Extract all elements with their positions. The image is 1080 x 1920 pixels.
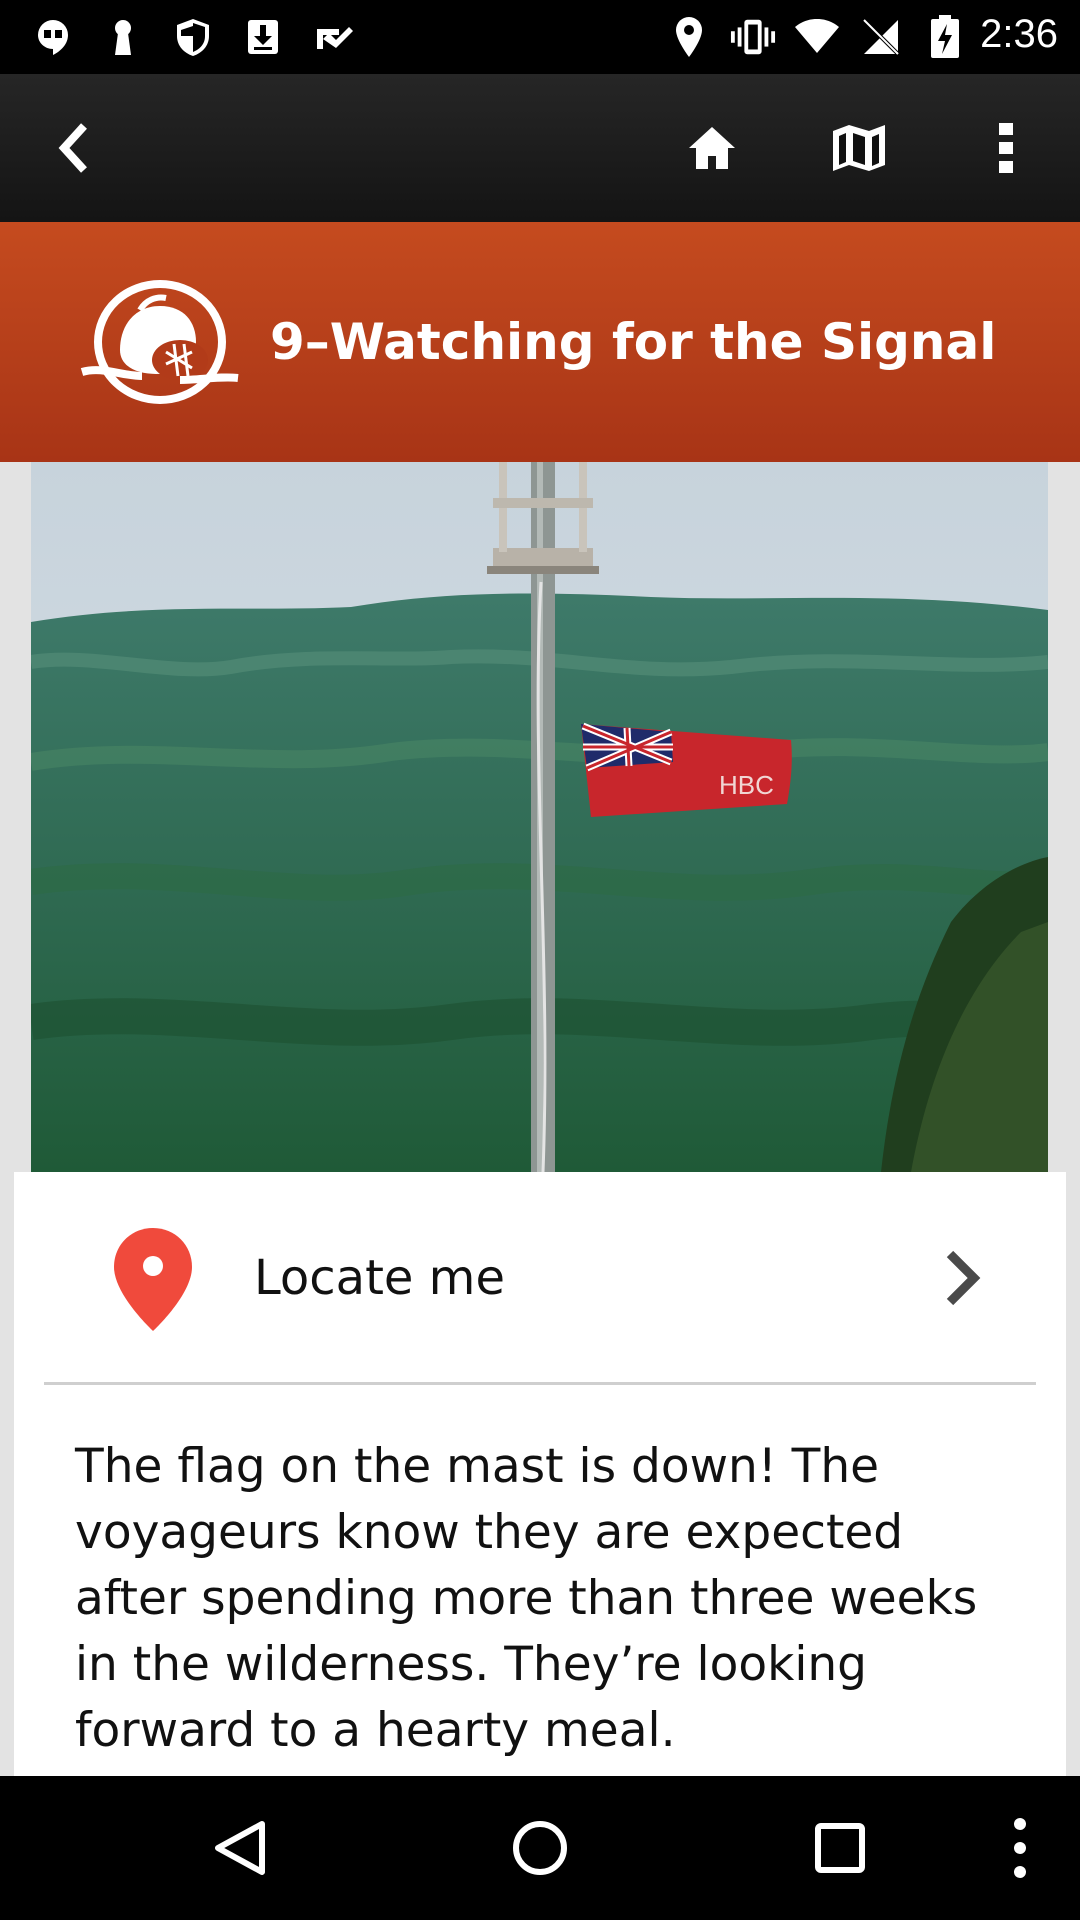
locate-me-row[interactable]: Locate me [14, 1172, 1066, 1382]
battery-charging-icon [922, 14, 968, 60]
more-vert-icon [999, 123, 1013, 173]
map-button[interactable] [819, 108, 899, 188]
vibrate-icon [730, 14, 776, 60]
divider [44, 1382, 1036, 1385]
map-icon [833, 125, 885, 171]
recents-square-icon [815, 1823, 865, 1873]
back-button[interactable] [34, 108, 114, 188]
system-icons [666, 14, 968, 60]
hangouts-icon [30, 14, 76, 60]
notification-icons [30, 14, 356, 60]
home-circle-icon [513, 1821, 567, 1875]
shield-icon [170, 14, 216, 60]
nav-home-button[interactable] [490, 1798, 590, 1898]
home-button[interactable] [672, 108, 752, 188]
system-nav-bar [0, 1776, 1080, 1920]
keyhole-icon [100, 14, 146, 60]
status-bar: 2:36 [0, 0, 1080, 74]
check-icon [310, 14, 356, 60]
location-pin-icon [114, 1228, 192, 1331]
content-card: Locate me The flag on the mast is down! … [14, 1172, 1066, 1776]
flag-text: HBC [719, 770, 774, 800]
page-title: 9–Watching for the Signal [270, 313, 997, 371]
signal-mast-photo: HBC [31, 462, 1048, 1172]
chevron-right-icon [946, 1250, 981, 1306]
overflow-menu-button[interactable] [966, 108, 1046, 188]
back-triangle-icon [215, 1821, 265, 1875]
wifi-icon [794, 14, 840, 60]
description-text: The flag on the mast is down! The voyage… [75, 1439, 978, 1758]
beaver-logo-icon [80, 280, 239, 404]
more-dots-icon [1014, 1818, 1026, 1878]
chevron-left-icon [58, 123, 87, 173]
locate-me-label: Locate me [254, 1250, 505, 1306]
download-icon [240, 14, 286, 60]
home-icon [689, 127, 735, 169]
nav-back-button[interactable] [190, 1798, 290, 1898]
nav-more-button[interactable] [970, 1798, 1070, 1898]
nav-recents-button[interactable] [790, 1798, 890, 1898]
app-toolbar [0, 74, 1080, 222]
location-icon [666, 14, 712, 60]
clock: 2:36 [980, 12, 1058, 56]
page-banner: 9–Watching for the Signal [0, 222, 1080, 462]
no-signal-icon [858, 14, 904, 60]
